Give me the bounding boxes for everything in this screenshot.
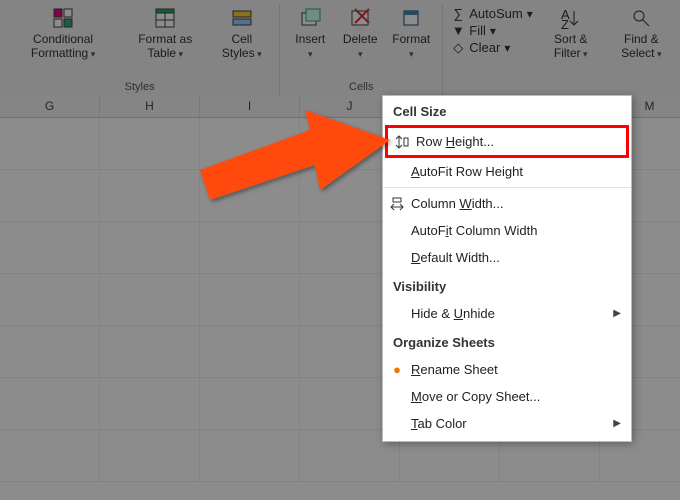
delete-icon xyxy=(348,6,372,30)
sigma-icon: ∑ xyxy=(451,7,465,21)
cell-styles-icon xyxy=(230,6,254,30)
cell[interactable] xyxy=(200,326,300,377)
cell[interactable] xyxy=(100,378,200,429)
cell[interactable] xyxy=(100,430,200,481)
column-header[interactable]: G xyxy=(0,95,100,117)
format-as-table-button[interactable]: Format as Table xyxy=(122,4,208,63)
submenu-arrow-icon: ▶ xyxy=(613,308,621,319)
fill-icon: ▼ xyxy=(451,24,465,38)
tab-color-label: Tab Color xyxy=(411,416,467,431)
section-cell-size: Cell Size xyxy=(383,96,631,125)
format-dropdown-menu: Cell Size Row Height... AutoFit Row Heig… xyxy=(382,95,632,442)
autofit-row-label: AutoFit Row Height xyxy=(411,164,523,179)
move-copy-label: Move or Copy Sheet... xyxy=(411,389,540,404)
format-icon xyxy=(399,6,423,30)
cell[interactable] xyxy=(0,118,100,169)
move-copy-sheet-item[interactable]: Move or Copy Sheet... xyxy=(383,383,631,410)
cell[interactable] xyxy=(0,326,100,377)
section-organize: Organize Sheets xyxy=(383,327,631,356)
styles-group: Conditional Formatting Format as Table C… xyxy=(0,4,280,95)
row-height-label: Row Height... xyxy=(416,134,494,149)
cell[interactable] xyxy=(0,222,100,273)
rename-label: Rename Sheet xyxy=(411,362,498,377)
cell[interactable] xyxy=(200,274,300,325)
sort-filter-label: Sort & Filter xyxy=(547,32,595,61)
format-as-table-icon xyxy=(153,6,177,30)
rename-sheet-item[interactable]: ● Rename Sheet xyxy=(383,356,631,383)
cell[interactable] xyxy=(100,326,200,377)
row-height-icon xyxy=(394,134,410,150)
autofit-column-width-item[interactable]: AutoFit Column Width xyxy=(383,217,631,244)
cell[interactable] xyxy=(0,430,100,481)
clear-button[interactable]: ◇Clear ▾ xyxy=(451,40,533,55)
editing-group: ∑AutoSum ▾ ▼Fill ▾ ◇Clear ▾ AZ Sort & Fi… xyxy=(443,4,680,95)
insert-button[interactable]: Insert xyxy=(286,4,334,63)
cells-group: Insert Delete Format Cells xyxy=(280,4,443,95)
cell[interactable] xyxy=(100,118,200,169)
cell-styles-button[interactable]: Cell Styles xyxy=(210,4,273,63)
cell-styles-label: Cell Styles xyxy=(216,32,267,61)
conditional-formatting-icon xyxy=(51,6,75,30)
insert-icon xyxy=(298,6,322,30)
cell[interactable] xyxy=(0,378,100,429)
cell[interactable] xyxy=(200,222,300,273)
delete-button[interactable]: Delete xyxy=(336,4,384,63)
format-label: Format xyxy=(392,32,430,61)
column-width-label: Column Width... xyxy=(411,196,504,211)
insert-label: Insert xyxy=(292,32,328,61)
cell[interactable] xyxy=(200,118,300,169)
format-as-table-label: Format as Table xyxy=(128,32,202,61)
cell[interactable] xyxy=(100,274,200,325)
format-button[interactable]: Format xyxy=(386,4,436,63)
tab-color-item[interactable]: Tab Color ▶ xyxy=(383,410,631,437)
autofit-row-height-item[interactable]: AutoFit Row Height xyxy=(383,158,631,185)
sort-filter-button[interactable]: AZ Sort & Filter xyxy=(541,4,601,63)
cell[interactable] xyxy=(100,222,200,273)
svg-text:Z: Z xyxy=(561,17,569,29)
find-select-label: Find & Select xyxy=(615,32,668,61)
autofit-col-label: AutoFit Column Width xyxy=(411,223,537,238)
cell[interactable] xyxy=(200,378,300,429)
column-width-item[interactable]: Column Width... xyxy=(383,190,631,217)
fill-button[interactable]: ▼Fill ▾ xyxy=(451,23,533,38)
cell[interactable] xyxy=(200,430,300,481)
styles-group-label: Styles xyxy=(125,81,155,95)
find-icon xyxy=(629,6,653,30)
find-select-button[interactable]: Find & Select xyxy=(609,4,674,63)
column-header[interactable]: H xyxy=(100,95,200,117)
autosum-button[interactable]: ∑AutoSum ▾ xyxy=(451,6,533,21)
cells-group-label: Cells xyxy=(349,81,373,95)
default-width-item[interactable]: Default Width... xyxy=(383,244,631,271)
column-header[interactable]: I xyxy=(200,95,300,117)
default-width-label: Default Width... xyxy=(411,250,500,265)
delete-label: Delete xyxy=(342,32,378,61)
ribbon: Conditional Formatting Format as Table C… xyxy=(0,0,680,95)
sort-filter-icon: AZ xyxy=(559,6,583,30)
cell[interactable] xyxy=(0,274,100,325)
column-width-icon xyxy=(389,196,405,212)
hide-unhide-item[interactable]: Hide & Unhide ▶ xyxy=(383,300,631,327)
submenu-arrow-icon: ▶ xyxy=(613,418,621,429)
section-visibility: Visibility xyxy=(383,271,631,300)
conditional-formatting-label: Conditional Formatting xyxy=(12,32,114,61)
hide-unhide-label: Hide & Unhide xyxy=(411,306,495,321)
cell[interactable] xyxy=(0,170,100,221)
row-height-item[interactable]: Row Height... xyxy=(385,125,629,158)
rename-bullet-icon: ● xyxy=(389,362,405,378)
cell[interactable] xyxy=(200,170,300,221)
cell[interactable] xyxy=(100,170,200,221)
eraser-icon: ◇ xyxy=(451,41,465,55)
conditional-formatting-button[interactable]: Conditional Formatting xyxy=(6,4,120,63)
